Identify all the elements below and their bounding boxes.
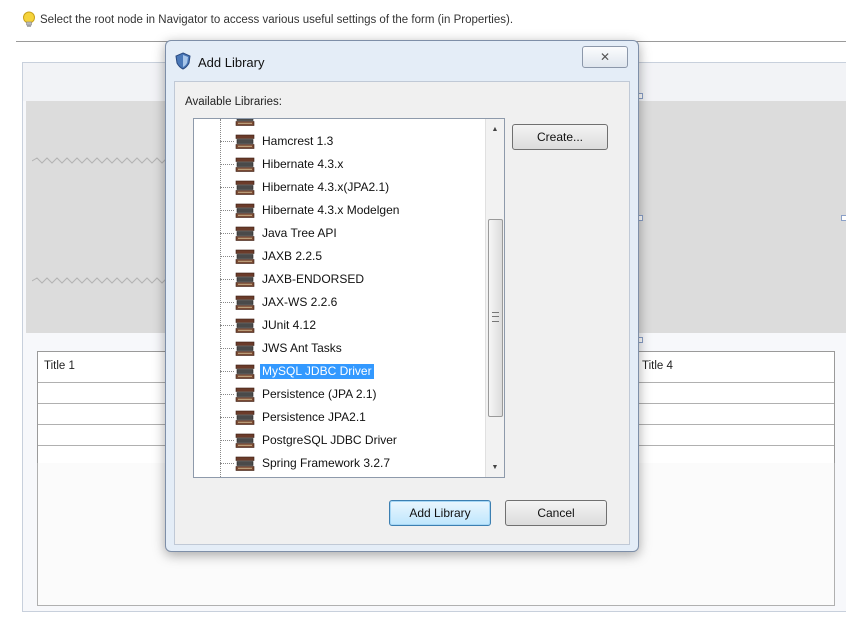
tree-branch [220,141,234,142]
tree-branch [220,118,234,119]
list-item[interactable]: JUnit 4.12 [194,314,484,337]
tree-branch [220,187,234,188]
list-item[interactable]: Hibernate 4.3.x(JPA2.1) [194,176,484,199]
library-name: Persistence (JPA 2.1) [262,387,377,401]
library-books-icon [235,157,255,173]
library-books-icon [235,295,255,311]
list-item[interactable]: Hibernate 4.3.x [194,153,484,176]
arrow-down-icon[interactable]: ▼ [486,459,504,475]
library-name: Spring Framework 3.2.7 [262,456,391,470]
close-icon: ✕ [599,50,611,64]
library-books-icon [235,272,255,288]
library-name: JWS Ant Tasks [262,341,342,355]
library-books-icon [235,249,255,265]
tree-branch [220,210,234,211]
tree-branch [220,233,234,234]
table-header-title-1[interactable]: Title 1 [44,360,75,372]
close-button[interactable]: ✕ [582,46,628,68]
library-name: JAXB 2.2.5 [262,249,323,263]
available-libraries-label: Available Libraries: [185,96,282,108]
tree-branch [220,164,234,165]
dialog-title-bar[interactable]: Add Library [174,51,264,73]
tree-branch [220,463,234,464]
list-item[interactable]: Hamcrest 1.3 [194,130,484,153]
list-item[interactable]: JAX-WS 2.2.6 [194,291,484,314]
library-books-icon [235,180,255,196]
list-item[interactable]: Spring Framework 3.2.7 [194,452,484,475]
tree-branch [220,256,234,257]
library-books-icon [235,226,255,242]
library-shield-icon [174,51,192,73]
library-books-icon [235,341,255,357]
library-books-icon [235,203,255,219]
create-button[interactable]: Create... [512,124,608,150]
list-item[interactable]: Persistence (JPA 2.1) [194,383,484,406]
library-name: JUnit 4.12 [262,318,317,332]
tree-branch [220,279,234,280]
list-item-partial[interactable] [194,118,484,130]
list-item[interactable]: Persistence JPA2.1 [194,406,484,429]
tree-branch [220,348,234,349]
library-name: Hamcrest 1.3 [262,134,334,148]
grip-icon [492,312,499,322]
hint-bar: Select the root node in Navigator to acc… [22,10,513,30]
table-header-title-4[interactable]: Title 4 [642,360,673,372]
library-name: Persistence JPA2.1 [262,410,366,424]
dialog-content: Available Libraries: Hamcrest 1.3 Hiberna… [174,81,630,545]
tree-branch [220,325,234,326]
dialog-title: Add Library [198,54,265,70]
library-name: Hibernate 4.3.x Modelgen [262,203,400,217]
library-name: MySQL JDBC Driver [260,364,374,379]
hint-text: Select the root node in Navigator to acc… [40,14,514,26]
library-books-icon [235,119,255,127]
list-item[interactable]: Java Tree API [194,222,484,245]
selection-handle[interactable] [841,215,846,221]
list-item[interactable]: PostgreSQL JDBC Driver [194,429,484,452]
library-books-icon [235,134,255,150]
list-item-partial[interactable] [194,475,484,477]
cancel-button[interactable]: Cancel [505,500,607,526]
scrollbar-thumb[interactable] [488,219,503,417]
add-library-button[interactable]: Add Library [389,500,491,526]
library-books-icon [235,364,255,380]
tree-branch [220,417,234,418]
panel-edge-pattern [32,157,182,164]
list-item[interactable]: Hibernate 4.3.x Modelgen [194,199,484,222]
library-books-icon [235,318,255,334]
library-name: PostgreSQL JDBC Driver [262,433,397,447]
arrow-up-icon[interactable]: ▲ [486,121,504,137]
list-item[interactable]: MySQL JDBC Driver [194,360,484,383]
list-item[interactable]: JWS Ant Tasks [194,337,484,360]
library-name: JAX-WS 2.2.6 [262,295,338,309]
library-name: Hibernate 4.3.x(JPA2.1) [262,180,390,194]
add-library-dialog: Add Library ✕ Available Libraries: Hamcr… [165,40,639,552]
library-books-icon [235,433,255,449]
list-item[interactable]: JAXB-ENDORSED [194,268,484,291]
library-books-icon [235,410,255,426]
tree-branch [220,302,234,303]
panel-edge-pattern [32,277,182,284]
lightbulb-icon [22,11,36,29]
library-name: JAXB-ENDORSED [262,272,365,286]
library-books-icon [235,387,255,403]
library-list[interactable]: Hamcrest 1.3 Hibernate 4.3.x Hibernate 4.3… [193,118,505,478]
tree-branch [220,394,234,395]
list-scrollbar[interactable]: ▲ ▼ [485,119,504,477]
tree-branch [220,440,234,441]
library-name: Hibernate 4.3.x [262,157,344,171]
tree-branch [220,371,234,372]
library-name: Java Tree API [262,226,337,240]
list-item[interactable]: JAXB 2.2.5 [194,245,484,268]
library-books-icon [235,456,255,472]
